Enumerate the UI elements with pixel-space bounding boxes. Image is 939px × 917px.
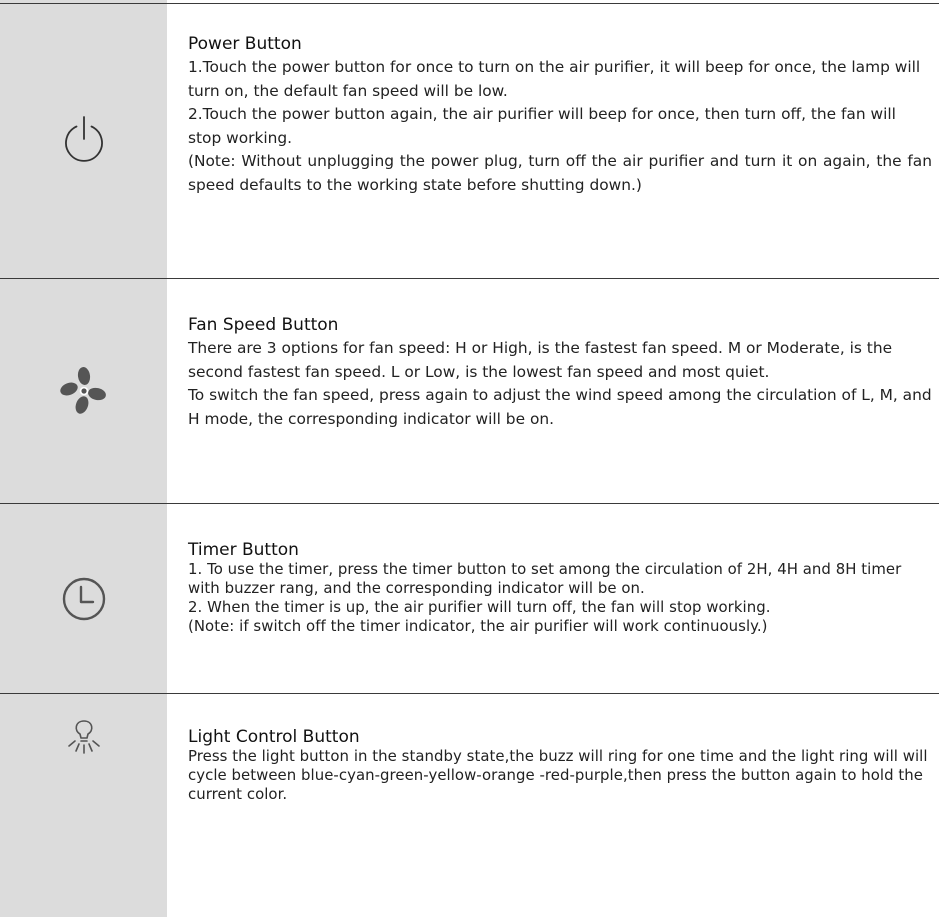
- paragraph: 1. To use the timer, press the timer but…: [188, 560, 902, 597]
- section-body: There are 3 options for fan speed: H or …: [188, 337, 932, 431]
- section-title: Timer Button: [188, 540, 299, 560]
- light-icon-cell: [0, 694, 167, 780]
- light-section-text: Light Control Button Press the light but…: [188, 727, 932, 804]
- light-bulb-icon: [67, 720, 100, 754]
- paragraph: (Note: Without unplugging the power plug…: [188, 152, 932, 194]
- section-title: Light Control Button: [188, 727, 360, 747]
- fan-icon-cell: [0, 279, 167, 503]
- power-section-text: Power Button 1.Touch the power button fo…: [188, 34, 932, 197]
- paragraph: Press the light button in the standby st…: [188, 747, 928, 803]
- power-icon-cell: [0, 4, 167, 278]
- paragraph: There are 3 options for fan speed: H or …: [188, 339, 893, 381]
- section-title: Power Button: [188, 34, 302, 54]
- paragraph: 2.Touch the power button again, the air …: [188, 105, 896, 147]
- paragraph: To switch the fan speed, press again to …: [188, 386, 932, 428]
- timer-icon-cell: [0, 504, 167, 693]
- clock-icon: [62, 577, 105, 620]
- manual-page: Power Button 1.Touch the power button fo…: [0, 0, 939, 917]
- section-body: 1.Touch the power button for once to tur…: [188, 56, 932, 197]
- section-body: 1. To use the timer, press the timer but…: [188, 560, 932, 636]
- paragraph: (Note: if switch off the timer indicator…: [188, 617, 768, 635]
- section-title: Fan Speed Button: [188, 315, 339, 335]
- paragraph: 1.Touch the power button for once to tur…: [188, 58, 921, 100]
- section-body: Press the light button in the standby st…: [188, 747, 932, 804]
- paragraph: 2. When the timer is up, the air purifie…: [188, 598, 771, 616]
- timer-section-text: Timer Button 1. To use the timer, press …: [188, 540, 932, 636]
- power-icon: [64, 116, 103, 162]
- fan-icon: [59, 367, 106, 414]
- fan-section-text: Fan Speed Button There are 3 options for…: [188, 315, 932, 431]
